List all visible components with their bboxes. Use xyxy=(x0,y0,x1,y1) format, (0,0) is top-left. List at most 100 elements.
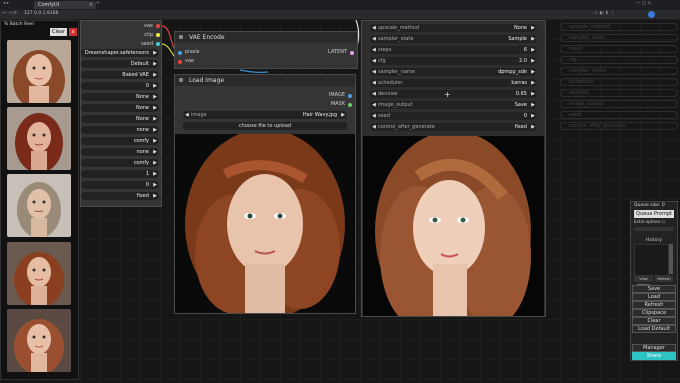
new-tab-icon[interactable]: + xyxy=(96,1,100,6)
checkbox-icon[interactable]: ☐ xyxy=(662,219,666,224)
batch-thumbnail[interactable] xyxy=(7,242,71,305)
right-arrow-icon[interactable]: ▶ xyxy=(153,115,157,123)
manager-button[interactable]: Manager xyxy=(632,344,676,352)
clear-button[interactable]: Clear xyxy=(50,28,67,36)
left-arrow-icon[interactable]: ◀ xyxy=(372,57,376,65)
right-arrow-icon[interactable]: ▶ xyxy=(153,93,157,101)
right-arrow-icon[interactable]: ▶ xyxy=(153,60,157,68)
right-arrow-icon[interactable]: ▶ xyxy=(153,82,157,90)
widget-row[interactable]: None ▶ xyxy=(81,115,159,123)
batch-thumbnail[interactable] xyxy=(7,40,71,103)
clipspace-button[interactable]: Clipspace xyxy=(632,309,676,317)
output-mask-socket[interactable] xyxy=(348,103,352,107)
widget-row[interactable]: 0 ▶ xyxy=(81,181,159,189)
widget-row[interactable]: 1 ▶ xyxy=(81,170,159,178)
right-arrow-icon[interactable]: ▶ xyxy=(531,46,535,54)
ksampler-node[interactable]: ◀ upscale_method None ▶ ◀ sampler_state Sample… xyxy=(361,20,546,317)
extension-icons[interactable]: ☆ ◐ ⬇ ⋮ xyxy=(594,11,615,16)
window-controls-icon[interactable]: ◂ ▸ xyxy=(3,1,9,6)
widget-row[interactable]: Default ▶ xyxy=(81,60,159,68)
refresh-history-button[interactable]: Refresh xyxy=(655,276,673,282)
browser-tab[interactable]: ComfyUI × xyxy=(34,1,96,9)
left-arrow-icon[interactable]: ◀ xyxy=(372,123,376,131)
right-arrow-icon[interactable]: ▶ xyxy=(153,49,157,57)
sampler-widget-scheduler[interactable]: ◀ scheduler karras ▶ xyxy=(370,79,537,87)
load-image-node[interactable]: Load Image IMAGE MASK ◀ image Hair Wavy.… xyxy=(174,74,356,314)
window-buttons-icon[interactable]: — ▢ × xyxy=(636,1,651,6)
checkpoint-loader-node[interactable]: vae clip seed Dreamshaper.safetensors ▶ D… xyxy=(80,20,162,207)
refresh-button[interactable]: Refresh xyxy=(632,301,676,309)
queue-prompt-button[interactable]: Queue Prompt xyxy=(634,210,674,218)
left-arrow-icon[interactable]: ◀ xyxy=(372,24,376,32)
close-panel-button[interactable]: x xyxy=(69,28,77,36)
image-select-combo[interactable]: ◀ image Hair Wavy.jpg ▶ xyxy=(183,111,347,119)
view-history-button[interactable]: View History xyxy=(634,276,653,287)
url-text[interactable]: 127.0.0.1:8188 xyxy=(24,11,58,16)
sampler-widget-steps[interactable]: ◀ steps 6 ▶ xyxy=(370,46,537,54)
nav-arrows-icon[interactable]: ← → ⟳ xyxy=(3,11,17,16)
right-arrow-icon[interactable]: ▶ xyxy=(531,57,535,65)
input-pixels-socket[interactable] xyxy=(178,51,182,55)
right-arrow-icon[interactable]: ▶ xyxy=(153,159,157,167)
widget-row[interactable]: None ▶ xyxy=(81,104,159,112)
load-button[interactable]: Load xyxy=(632,293,676,301)
extra-options-toggle[interactable]: Extra options ☐ xyxy=(634,219,665,224)
right-arrow-icon[interactable]: ▶ xyxy=(531,112,535,120)
right-arrow-icon[interactable]: ▶ xyxy=(153,71,157,79)
right-arrow-icon[interactable]: ▶ xyxy=(153,104,157,112)
left-arrow-icon[interactable]: ◀ xyxy=(372,35,376,43)
profile-avatar-icon[interactable] xyxy=(648,11,655,18)
address-bar[interactable]: ← → ⟳ 127.0.0.1:8188 ☆ ◐ ⬇ ⋮ xyxy=(0,10,680,19)
batch-thumbnail[interactable] xyxy=(7,174,71,237)
right-arrow-icon[interactable]: ▶ xyxy=(153,126,157,134)
left-arrow-icon[interactable]: ◀ xyxy=(372,112,376,120)
node-title-bar[interactable]: Load Image xyxy=(175,75,355,86)
right-arrow-icon[interactable]: ▶ xyxy=(531,90,535,98)
close-tab-icon[interactable]: × xyxy=(89,1,93,9)
widget-row[interactable]: 0 ▶ xyxy=(81,82,159,90)
upload-button[interactable]: choose file to upload xyxy=(183,122,347,130)
right-arrow-icon[interactable]: ▶ xyxy=(531,79,535,87)
load-default-button[interactable]: Load Default xyxy=(632,325,676,333)
widget-row[interactable]: none ▶ xyxy=(81,126,159,134)
collapse-icon[interactable] xyxy=(179,35,183,39)
history-scrollbar[interactable] xyxy=(669,244,673,274)
right-arrow-icon[interactable]: ▶ xyxy=(341,111,345,119)
output-latent-socket[interactable] xyxy=(350,51,354,55)
node-title-bar[interactable]: VAE Encode xyxy=(175,32,357,43)
right-arrow-icon[interactable]: ▶ xyxy=(531,24,535,32)
collapse-icon[interactable] xyxy=(179,78,183,82)
batch-thumbnail[interactable] xyxy=(7,309,71,372)
left-arrow-icon[interactable]: ◀ xyxy=(372,79,376,87)
vae-encode-node[interactable]: VAE Encode pixels vae LATENT xyxy=(174,31,358,69)
widget-row[interactable]: Baked VAE ▶ xyxy=(81,71,159,79)
widget-row[interactable]: comfy ▶ xyxy=(81,159,159,167)
widget-row[interactable]: fixed ▶ xyxy=(81,192,159,200)
right-arrow-icon[interactable]: ▶ xyxy=(153,181,157,189)
sampler-widget-sampler-name[interactable]: ◀ sampler_name dpmpp_sde ▶ xyxy=(370,68,537,76)
widget-row[interactable]: comfy ▶ xyxy=(81,137,159,145)
right-arrow-icon[interactable]: ▶ xyxy=(531,101,535,109)
right-arrow-icon[interactable]: ▶ xyxy=(531,35,535,43)
sampler-widget-seed[interactable]: ◀ seed 0 ▶ xyxy=(370,112,537,120)
left-arrow-icon[interactable]: ◀ xyxy=(372,68,376,76)
input-vae-socket[interactable] xyxy=(178,60,182,64)
batch-thumbnail[interactable] xyxy=(7,107,71,170)
right-arrow-icon[interactable]: ▶ xyxy=(153,192,157,200)
left-arrow-icon[interactable]: ◀ xyxy=(372,101,376,109)
sampler-widget-cfg[interactable]: ◀ cfg 2.0 ▶ xyxy=(370,57,537,65)
left-arrow-icon[interactable]: ◀ xyxy=(372,46,376,54)
history-list[interactable] xyxy=(634,244,669,276)
save-button[interactable]: Save xyxy=(632,285,676,293)
widget-ckpt[interactable]: Dreamshaper.safetensors ▶ xyxy=(81,49,159,57)
widget-row[interactable]: none ▶ xyxy=(81,148,159,156)
sampler-widget-denoise[interactable]: ◀ denoise 0.65 ▶ xyxy=(370,90,537,98)
right-arrow-icon[interactable]: ▶ xyxy=(153,170,157,178)
sampler-widget-image-output[interactable]: ◀ image_output Save ▶ xyxy=(370,101,537,109)
sampler-widget-control-after-generate[interactable]: ◀ control_after_generate fixed ▶ xyxy=(370,123,537,131)
share-button[interactable]: Share xyxy=(632,352,676,360)
widget-row[interactable]: None ▶ xyxy=(81,93,159,101)
right-arrow-icon[interactable]: ▶ xyxy=(531,68,535,76)
output-image-socket[interactable] xyxy=(348,94,352,98)
clear-workflow-button[interactable]: Clear xyxy=(632,317,676,325)
